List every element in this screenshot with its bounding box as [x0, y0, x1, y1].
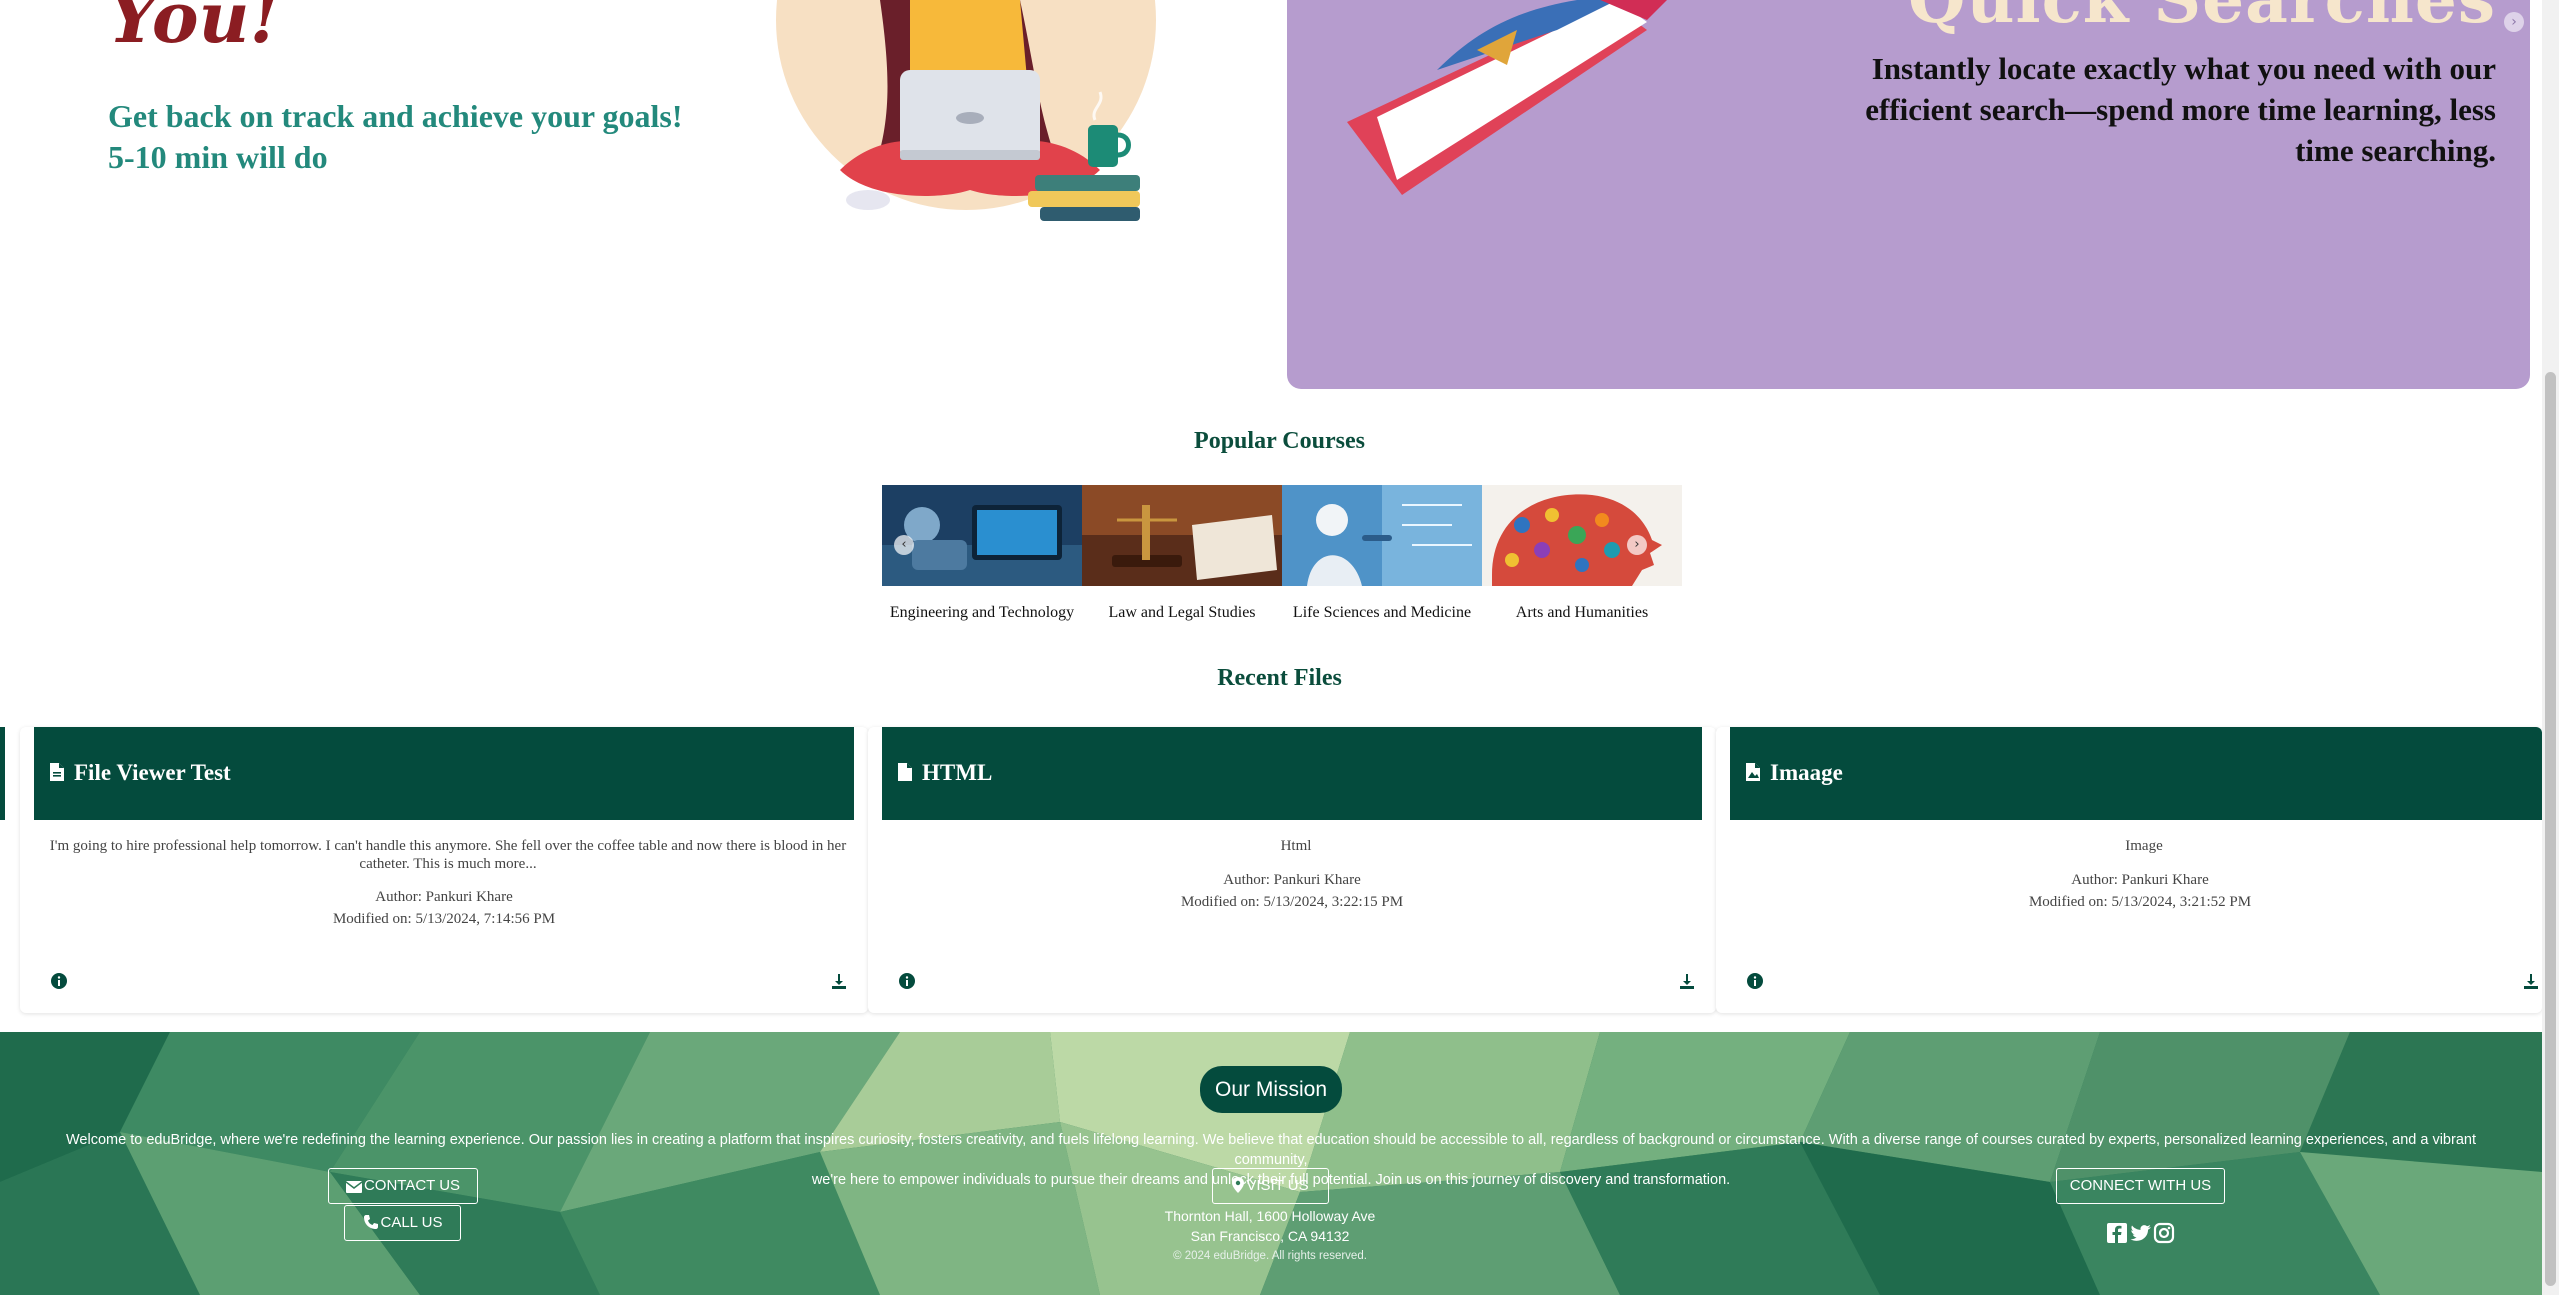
address-line1: Thornton Hall, 1600 Holloway Ave [1164, 1208, 1376, 1224]
open-book-illustration [1347, 0, 1667, 195]
image-file-icon [1746, 763, 1760, 781]
download-icon[interactable] [830, 972, 848, 990]
file-card-header: Imaage [1730, 727, 2542, 820]
recent-files-title: Recent Files [1217, 665, 1342, 691]
chevron-right-icon[interactable]: › [2504, 12, 2524, 32]
mission-text-line1: Welcome to eduBridge, where we're redefi… [66, 1132, 2476, 1168]
carousel-slide: Quick Searches Instantly locate exactly … [1287, 0, 2530, 389]
slide-heading: Quick Searches [1908, 0, 2496, 38]
file-card-description: I'm going to hire professional help tomo… [49, 838, 847, 872]
file-card-title: HTML [922, 760, 993, 785]
file-card-header: HTML [882, 727, 1702, 820]
visit-us-button[interactable]: VISIT US [1212, 1168, 1329, 1204]
copyright: © 2024 eduBridge. All rights reserved. [1173, 1250, 1367, 1262]
law-legal-image [1082, 485, 1282, 586]
page-scrollbar[interactable] [2542, 0, 2559, 1295]
facebook-icon[interactable] [2106, 1222, 2128, 1244]
file-card-header: File Viewer Test [34, 727, 854, 820]
file-card-author: Author: Pankuri Khare [1223, 872, 1361, 888]
footer: Our Mission Welcome to eduBridge, where … [0, 1032, 2542, 1295]
hero-subtitle-line2: 5-10 min will do [108, 139, 328, 175]
connect-with-us-label: CONNECT WITH US [2069, 1177, 2212, 1194]
twitter-icon[interactable] [2130, 1222, 2152, 1244]
file-card-title: Imaage [1770, 760, 1843, 785]
hero-heading: You! [108, 0, 281, 59]
connect-with-us-button[interactable]: CONNECT WITH US [2056, 1168, 2225, 1204]
file-card[interactable]: Imaage Image Author: Pankuri Khare Modif… [1716, 727, 2542, 1013]
scrollbar-thumb[interactable] [2545, 372, 2556, 1286]
course-label: Life Sciences and Medicine [1292, 604, 1472, 621]
phone-icon [363, 1215, 378, 1229]
call-us-button[interactable]: CALL US [344, 1205, 461, 1241]
course-card[interactable]: Law and Legal Studies [1082, 485, 1282, 622]
chevron-right-icon[interactable]: › [1627, 535, 1647, 555]
course-carousel: Engineering and Technology Law and Legal… [882, 485, 1682, 625]
chevron-left-icon[interactable]: ‹ [894, 535, 914, 555]
contact-us-button[interactable]: CONTACT US [328, 1168, 478, 1204]
info-icon[interactable] [1746, 972, 1764, 990]
file-card-modified: Modified on: 5/13/2024, 3:22:15 PM [1180, 894, 1404, 910]
course-label: Law and Legal Studies [1108, 604, 1256, 621]
info-icon[interactable] [898, 972, 916, 990]
file-icon [50, 763, 64, 781]
call-us-label: CALL US [380, 1214, 443, 1231]
hero-subtitle-line1: Get back on track and achieve your goals… [108, 98, 683, 134]
course-card[interactable]: Arts and Humanities [1482, 485, 1682, 622]
file-icon [898, 763, 912, 781]
our-mission-button[interactable]: Our Mission [1200, 1066, 1342, 1113]
engineering-technology-image [882, 485, 1082, 586]
file-card-description: Html [1280, 838, 1312, 854]
file-card-author: Author: Pankuri Khare [375, 889, 513, 905]
download-icon[interactable] [1678, 972, 1696, 990]
file-card-description: Image [2125, 838, 2163, 854]
visit-us-label: VISIT US [1246, 1177, 1309, 1194]
file-card-title: File Viewer Test [74, 760, 231, 785]
arts-humanities-image [1482, 485, 1682, 586]
download-icon[interactable] [2522, 972, 2540, 990]
popular-courses-title: Popular Courses [1194, 428, 1365, 454]
course-label: Arts and Humanities [1515, 604, 1649, 621]
file-card-modified: Modified on: 5/13/2024, 7:14:56 PM [332, 911, 556, 927]
file-card[interactable]: HTML Html Author: Pankuri Khare Modified… [868, 727, 1716, 1013]
file-card-modified: Modified on: 5/13/2024, 3:21:52 PM [2028, 894, 2252, 910]
location-pin-icon [1232, 1177, 1245, 1193]
course-label: Engineering and Technology [889, 604, 1075, 621]
envelope-icon [345, 1181, 363, 1193]
previous-card-edge [0, 727, 5, 820]
student-laptop-illustration [776, 0, 1156, 221]
life-sciences-image [1282, 485, 1482, 586]
address-line2: San Francisco, CA 94132 [1190, 1228, 1350, 1244]
course-card[interactable]: Life Sciences and Medicine [1282, 485, 1482, 622]
info-icon[interactable] [50, 972, 68, 990]
slide-text: Instantly locate exactly what you need w… [1865, 51, 2496, 168]
file-card-author: Author: Pankuri Khare [2071, 872, 2209, 888]
course-card[interactable]: Engineering and Technology [882, 485, 1082, 622]
instagram-icon[interactable] [2153, 1222, 2175, 1244]
file-card[interactable]: File Viewer Test I'm going to hire profe… [20, 727, 868, 1013]
contact-us-label: CONTACT US [363, 1177, 461, 1194]
hero-subtitle: Get back on track and achieve your goals… [108, 96, 728, 178]
